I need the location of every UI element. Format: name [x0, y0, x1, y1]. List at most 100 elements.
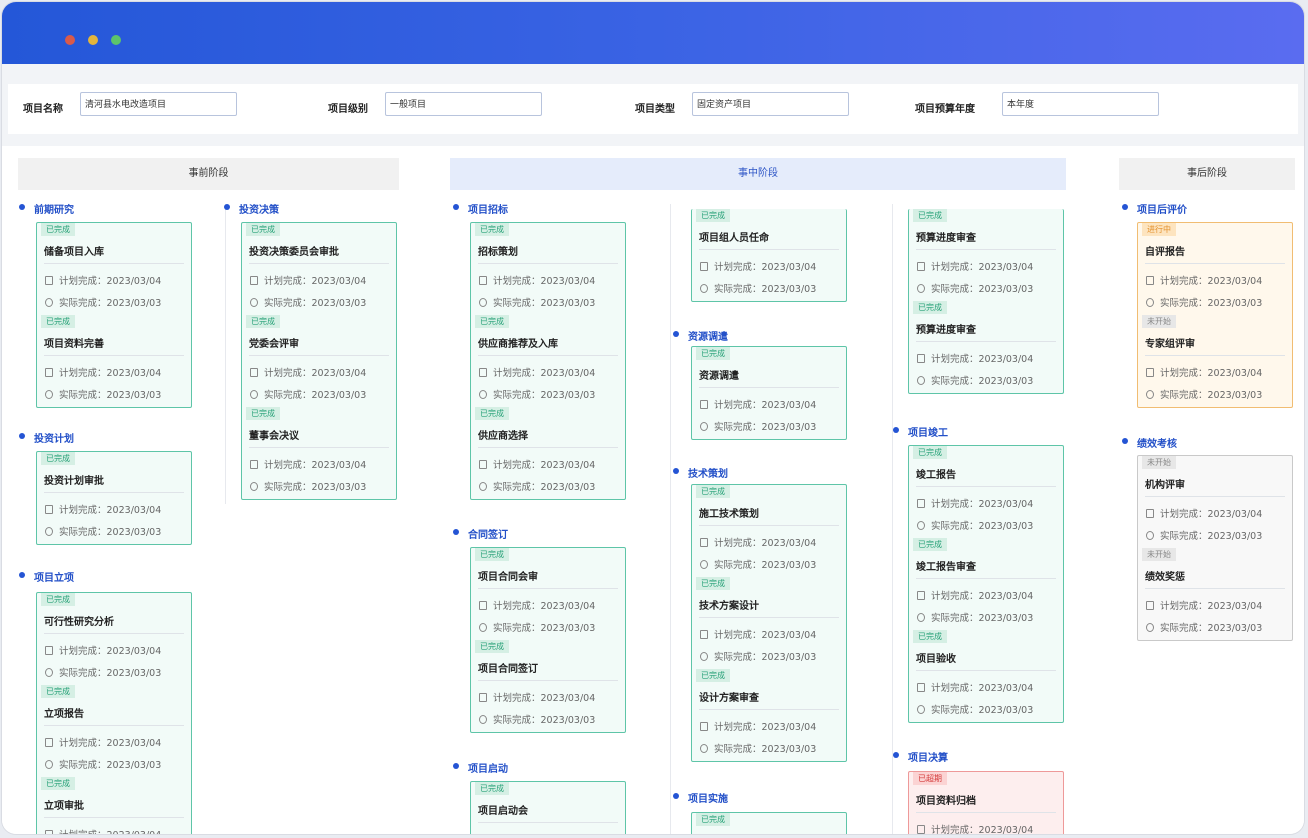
task-item[interactable]: 已完成 技术方案设计 计划完成：2023/03/04 实际完成：2023/03/03 [692, 577, 846, 669]
plan-date: 2023/03/04 [540, 368, 596, 379]
actual-label: 实际完成： [493, 715, 541, 726]
project-level-select[interactable]: 一般项目 [385, 92, 542, 116]
task-name: 项目合同签订 [478, 664, 538, 675]
task-item[interactable]: 已完成 项目合同会审 计划完成：2023/03/04 实际完成：2023/03/03 [471, 548, 625, 640]
task-name: 招标策划 [478, 247, 518, 258]
task-item[interactable]: 未开始 绩效奖惩 计划完成：2023/03/04 实际完成：2023/03/03 [1138, 548, 1292, 640]
task-name: 供应商推荐及入库 [478, 339, 558, 350]
actual-date: 2023/03/03 [311, 298, 367, 309]
task-item[interactable]: 已完成 项目组人员任命 计划完成：2023/03/04 实际完成：2023/03/03 [692, 209, 846, 301]
task-item[interactable]: 已完成立项审批计划完成：2023/03/04实际完成：2023/03/03 [37, 777, 191, 834]
task-item[interactable]: 已完成 项目资料完善 计划完成：2023/03/04 实际完成：2023/03/03 [37, 315, 191, 407]
actual-date: 2023/03/03 [978, 613, 1034, 624]
task-item[interactable]: 已完成 可行性研究分析 计划完成：2023/03/04 实际完成：2023/03/03 [37, 593, 191, 685]
divider [916, 812, 1056, 813]
task-item[interactable]: 已完成 施工技术策划 计划完成：2023/03/04 实际完成：2023/03/03 [692, 485, 846, 577]
close-window-dot[interactable] [65, 35, 75, 45]
maximize-window-dot[interactable] [111, 35, 121, 45]
task-item[interactable]: 已完成 供应商推荐及入库 计划完成：2023/03/04 实际完成：2023/03/0… [471, 315, 625, 407]
task-name: 技术方案设计 [699, 601, 759, 612]
calendar-icon [479, 693, 487, 702]
task-item[interactable]: 已超期 项目资料归档 计划完成：2023/03/04 [909, 772, 1063, 834]
task-item[interactable]: 已完成 设计方案审查 计划完成：2023/03/04 实际完成：2023/03/03 [692, 669, 846, 761]
actual-date-row: 实际完成：2023/03/03 [479, 387, 595, 401]
phase-header-pre[interactable]: 事前阶段 [18, 158, 399, 190]
task-item[interactable]: 进行中 自评报告 计划完成：2023/03/04 实际完成：2023/03/03 [1138, 223, 1292, 315]
actual-label: 实际完成： [59, 527, 107, 538]
task-item[interactable]: 已完成 [692, 813, 846, 834]
task-item[interactable]: 已完成 储备项目入库 计划完成：2023/03/04 实际完成：2023/03/03 [37, 223, 191, 315]
budget-year-select[interactable]: 本年度 [1002, 92, 1159, 116]
task-item[interactable]: 已完成项目启动会计划完成：2023/03/04实际完成：2023/03/03 [471, 782, 625, 834]
plan-date-row: 计划完成：2023/03/04 [479, 457, 595, 471]
group-title-label: 资源调遣 [688, 332, 728, 343]
actual-date: 2023/03/03 [761, 284, 817, 295]
task-item[interactable]: 已完成 招标策划 计划完成：2023/03/04 实际完成：2023/03/03 [471, 223, 625, 315]
task-item[interactable]: 已完成 立项报告 计划完成：2023/03/04 实际完成：2023/03/03 [37, 685, 191, 777]
clock-icon [1146, 298, 1154, 307]
task-name: 项目资料归档 [916, 796, 976, 807]
task-name: 资源调遣 [699, 371, 739, 382]
status-badge: 已完成 [913, 209, 947, 222]
task-group-card: 已完成 项目合同会审 计划完成：2023/03/04 实际完成：2023/03/03 已… [470, 547, 626, 733]
minimize-window-dot[interactable] [88, 35, 98, 45]
task-item[interactable]: 已完成 预算进度审查 计划完成：2023/03/04 实际完成：2023/03/03 [909, 301, 1063, 393]
plan-date-row: 计划完成：2023/03/04 [917, 496, 1033, 510]
group-title-label: 项目决算 [908, 753, 948, 764]
task-group-card: 已完成 投资计划审批 计划完成：2023/03/04 实际完成：2023/03/03 [36, 451, 192, 545]
actual-date: 2023/03/03 [540, 715, 596, 726]
task-item[interactable]: 已完成 董事会决议 计划完成：2023/03/04 实际完成：2023/03/03 [242, 407, 396, 499]
actual-date-row: 实际完成：2023/03/03 [479, 295, 595, 309]
divider [44, 725, 184, 726]
actual-label: 实际完成： [931, 376, 979, 387]
task-item[interactable]: 已完成 预算进度审查 计划完成：2023/03/04 实际完成：2023/03/03 [909, 209, 1063, 301]
group-title: 技术策划 [673, 465, 728, 480]
task-item[interactable]: 未开始 机构评审 计划完成：2023/03/04 实际完成：2023/03/03 [1138, 456, 1292, 548]
task-item[interactable]: 已完成 竣工报告 计划完成：2023/03/04 实际完成：2023/03/03 [909, 446, 1063, 538]
task-item[interactable]: 已完成 竣工报告审查 计划完成：2023/03/04 实际完成：2023/03/03 [909, 538, 1063, 630]
bullet-icon [1122, 204, 1128, 210]
group-title-label: 投资计划 [34, 434, 74, 445]
task-item[interactable]: 已完成 项目合同签订 计划完成：2023/03/04 实际完成：2023/03/03 [471, 640, 625, 732]
project-type-select[interactable]: 固定资产项目 [692, 92, 849, 116]
clock-icon [1146, 623, 1154, 632]
plan-date-row: 计划完成：2023/03/04 [917, 822, 1033, 834]
actual-date-row: 实际完成：2023/03/03 [45, 524, 161, 538]
task-name: 项目启动会 [478, 806, 528, 817]
task-item[interactable]: 未开始 专家组评审 计划完成：2023/03/04 实际完成：2023/03/03 [1138, 315, 1292, 407]
actual-label: 实际完成： [59, 298, 107, 309]
task-item[interactable]: 已完成 投资决策委员会审批 计划完成：2023/03/04 实际完成：2023/03/… [242, 223, 396, 315]
calendar-icon [700, 722, 708, 731]
task-group-card: 已超期 项目资料归档 计划完成：2023/03/04 [908, 771, 1064, 834]
status-badge: 已完成 [696, 813, 730, 826]
calendar-icon [917, 825, 925, 834]
task-item[interactable]: 已完成 党委会评审 计划完成：2023/03/04 实际完成：2023/03/03 [242, 315, 396, 407]
project-name-input[interactable]: 清河县水电改造项目 [80, 92, 237, 116]
task-item[interactable]: 已完成 投资计划审批 计划完成：2023/03/04 实际完成：2023/03/03 [37, 452, 191, 544]
group-title: 投资决策 [224, 201, 279, 216]
column-divider [892, 204, 893, 834]
task-item[interactable]: 已完成 供应商选择 计划完成：2023/03/04 实际完成：2023/03/03 [471, 407, 625, 499]
actual-label: 实际完成： [493, 482, 541, 493]
divider [478, 263, 618, 264]
actual-date: 2023/03/03 [540, 482, 596, 493]
task-item[interactable]: 已完成 项目验收 计划完成：2023/03/04 实际完成：2023/03/03 [909, 630, 1063, 722]
phase-header-mid[interactable]: 事中阶段 [450, 158, 1066, 190]
actual-date-row: 实际完成：2023/03/03 [1146, 295, 1262, 309]
actual-label: 实际完成： [931, 613, 979, 624]
actual-date-row: 实际完成：2023/03/03 [700, 281, 816, 295]
calendar-icon [479, 276, 487, 285]
task-name: 自评报告 [1145, 247, 1185, 258]
group-title: 项目启动 [453, 760, 508, 775]
task-item[interactable]: 已完成 资源调遣 计划完成：2023/03/04 实际完成：2023/03/03 [692, 347, 846, 439]
status-badge: 已完成 [913, 446, 947, 459]
bullet-icon [893, 752, 899, 758]
status-badge: 已完成 [696, 577, 730, 590]
task-name: 立项审批 [44, 801, 84, 812]
plan-date: 2023/03/04 [540, 601, 596, 612]
group-title-label: 项目竣工 [908, 428, 948, 439]
calendar-icon [479, 368, 487, 377]
calendar-icon [917, 499, 925, 508]
plan-date-row: 计划完成：2023/03/04 [1146, 365, 1262, 379]
phase-header-post[interactable]: 事后阶段 [1119, 158, 1295, 190]
